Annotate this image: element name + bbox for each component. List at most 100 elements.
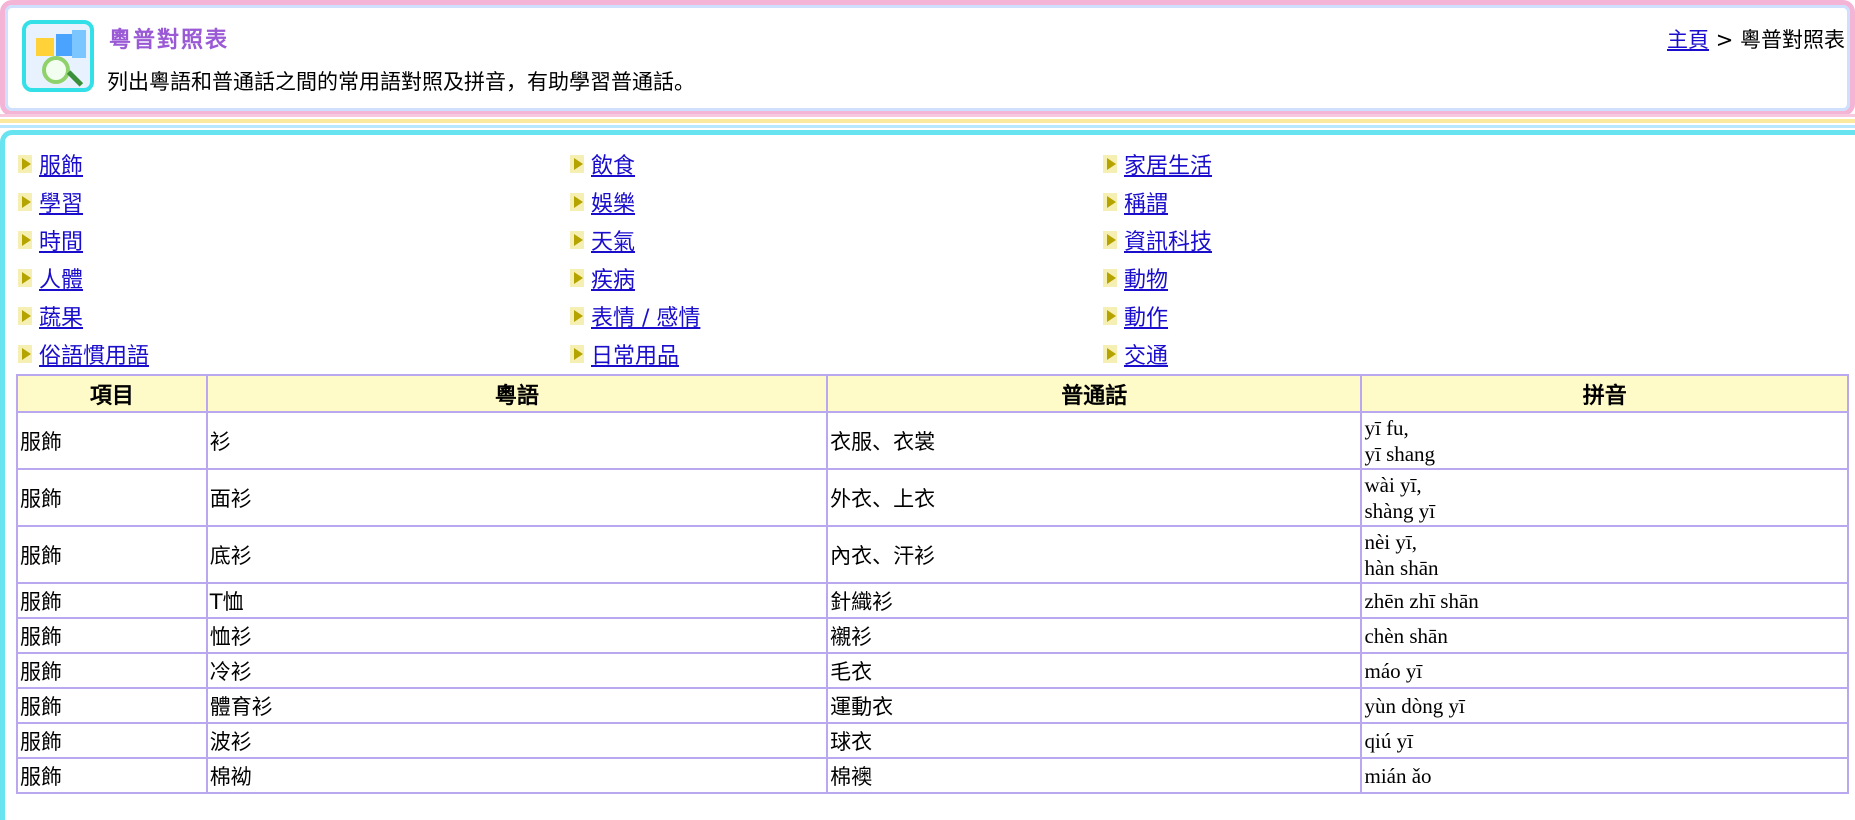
bullet-arrow-icon [18, 193, 32, 211]
category-link[interactable]: 娛樂 [591, 186, 635, 218]
table-row: 服飾 面衫 外衣、上衣 wài yī, shàng yī [16, 468, 1849, 527]
table-row: 服飾 T恤 針織衫 zhēn zhī shān [16, 582, 1849, 619]
cell-putonghua: 棉襖 [826, 757, 1363, 794]
category-link[interactable]: 俗語慣用語 [39, 338, 149, 370]
bullet-arrow-icon [570, 155, 584, 173]
column-header-putonghua: 普通話 [826, 374, 1363, 413]
category-item[interactable]: 蔬果 [18, 300, 83, 332]
category-item[interactable]: 學習 [18, 186, 83, 218]
bullet-arrow-icon [1103, 345, 1117, 363]
category-link[interactable]: 人體 [39, 262, 83, 294]
cell-pinyin: chèn shān [1360, 617, 1849, 654]
pinyin-line: yī shang [1364, 441, 1436, 466]
category-item[interactable]: 日常用品 [570, 338, 679, 370]
cell-cantonese: 面衫 [205, 468, 829, 527]
pinyin-line: mián ǎo [1364, 763, 1432, 788]
category-link[interactable]: 交通 [1124, 338, 1168, 370]
bullet-arrow-icon [570, 193, 584, 211]
bullet-arrow-icon [570, 231, 584, 249]
column-header-item: 項目 [16, 374, 208, 413]
category-item[interactable]: 交通 [1103, 338, 1168, 370]
breadcrumb-home-link[interactable]: 主頁 [1667, 28, 1709, 52]
pinyin-line: wài yī, [1364, 472, 1422, 497]
category-link[interactable]: 服飾 [39, 148, 83, 180]
cell-pinyin: wài yī, shàng yī [1360, 468, 1849, 527]
category-item[interactable]: 服飾 [18, 148, 83, 180]
category-link[interactable]: 時間 [39, 224, 83, 256]
table-row: 服飾 棉袎 棉襖 mián ǎo [16, 757, 1849, 794]
category-link[interactable]: 資訊科技 [1124, 224, 1212, 256]
table-row: 服飾 恤衫 襯衫 chèn shān [16, 617, 1849, 654]
cell-cantonese: 棉袎 [205, 757, 829, 794]
cell-pinyin: yī fu, yī shang [1360, 411, 1849, 470]
category-link[interactable]: 飲食 [591, 148, 635, 180]
pinyin-line: qiú yī [1364, 728, 1413, 753]
category-item[interactable]: 稱謂 [1103, 186, 1168, 218]
pinyin-line: nèi yī, [1364, 529, 1417, 554]
category-link[interactable]: 日常用品 [591, 338, 679, 370]
bullet-arrow-icon [18, 231, 32, 249]
breadcrumb: 主頁 > 粵普對照表 [1667, 24, 1845, 54]
page-header [0, 0, 1855, 116]
glossary-table: 項目 粵語 普通話 拼音 服飾衫衣服、衣裳 yī fu, yī shang 服飾 面衫 外衣、上… [16, 374, 1849, 794]
cell-putonghua: 內衣、汗衫 [826, 525, 1363, 584]
pinyin-line: yùn dòng yī [1364, 693, 1465, 718]
cell-item: 服飾 [16, 411, 208, 470]
category-link[interactable]: 學習 [39, 186, 83, 218]
cell-putonghua: 球衣 [826, 722, 1363, 759]
cell-pinyin: zhēn zhī shān [1360, 582, 1849, 619]
category-item[interactable]: 飲食 [570, 148, 635, 180]
cell-pinyin: yùn dòng yī [1360, 687, 1849, 724]
category-item[interactable]: 資訊科技 [1103, 224, 1212, 256]
category-link[interactable]: 家居生活 [1124, 148, 1212, 180]
table-row: 服飾 冷衫 毛衣 máo yī [16, 652, 1849, 689]
category-item[interactable]: 時間 [18, 224, 83, 256]
pinyin-line: yī fu, [1364, 415, 1409, 440]
cell-item: 服飾 [16, 757, 208, 794]
bullet-arrow-icon [1103, 231, 1117, 249]
category-link[interactable]: 動物 [1124, 262, 1168, 294]
category-item[interactable]: 家居生活 [1103, 148, 1212, 180]
cell-cantonese: 波衫 [205, 722, 829, 759]
category-item[interactable]: 人體 [18, 262, 83, 294]
category-item[interactable]: 動作 [1103, 300, 1168, 332]
decorative-stripes [0, 114, 1855, 128]
table-row: 服飾 底衫 內衣、汗衫 nèi yī, hàn shān [16, 525, 1849, 584]
cell-pinyin: mián ǎo [1360, 757, 1849, 794]
cell-putonghua: 衣服、衣裳 [826, 411, 1363, 470]
category-item[interactable]: 俗語慣用語 [18, 338, 149, 370]
category-link[interactable]: 表情 / 感情 [591, 300, 700, 332]
bullet-arrow-icon [18, 269, 32, 287]
category-item[interactable]: 表情 / 感情 [570, 300, 700, 332]
cell-cantonese: 恤衫 [205, 617, 829, 654]
cell-cantonese: T恤 [205, 582, 829, 619]
bullet-arrow-icon [18, 307, 32, 325]
cell-item: 服飾 [16, 525, 208, 584]
cell-item: 服飾 [16, 617, 208, 654]
page-title: 粵普對照表 [109, 27, 230, 53]
bullet-arrow-icon [570, 307, 584, 325]
category-item[interactable]: 天氣 [570, 224, 635, 256]
cell-putonghua: 毛衣 [826, 652, 1363, 689]
bullet-arrow-icon [570, 269, 584, 287]
category-link[interactable]: 動作 [1124, 300, 1168, 332]
cell-item: 服飾 [16, 582, 208, 619]
cell-cantonese: 底衫 [205, 525, 829, 584]
category-item[interactable]: 動物 [1103, 262, 1168, 294]
category-item[interactable]: 娛樂 [570, 186, 635, 218]
cell-pinyin: máo yī [1360, 652, 1849, 689]
category-link[interactable]: 天氣 [591, 224, 635, 256]
category-item[interactable]: 疾病 [570, 262, 635, 294]
bullet-arrow-icon [570, 345, 584, 363]
category-link[interactable]: 疾病 [591, 262, 635, 294]
cell-putonghua: 針織衫 [826, 582, 1363, 619]
category-link[interactable]: 蔬果 [39, 300, 83, 332]
pinyin-line: zhēn zhī shān [1364, 588, 1479, 613]
pinyin-line: máo yī [1364, 658, 1423, 683]
column-header-cantonese: 粵語 [205, 374, 829, 413]
bullet-arrow-icon [1103, 269, 1117, 287]
category-link[interactable]: 稱謂 [1124, 186, 1168, 218]
site-logo-icon [22, 20, 94, 92]
bullet-arrow-icon [1103, 193, 1117, 211]
cell-pinyin: nèi yī, hàn shān [1360, 525, 1849, 584]
